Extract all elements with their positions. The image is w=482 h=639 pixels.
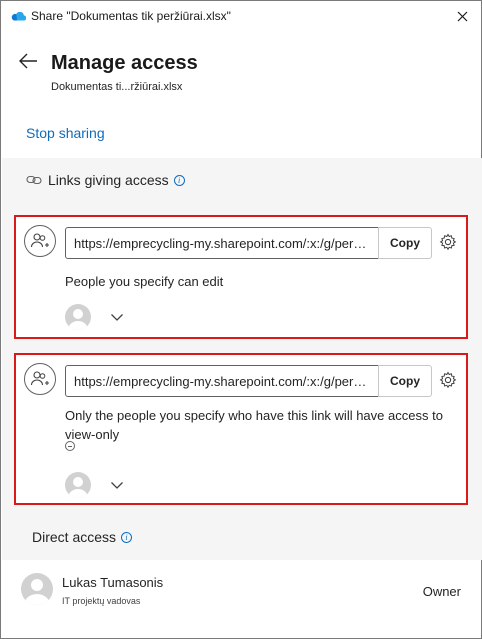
people-add-icon xyxy=(24,225,56,257)
chevron-down-icon[interactable] xyxy=(110,313,124,322)
link-url-input[interactable] xyxy=(65,365,379,397)
link-url-input[interactable] xyxy=(65,227,379,259)
link-card: Copy People you specify can edit xyxy=(14,215,468,339)
stop-sharing-link[interactable]: Stop sharing xyxy=(26,125,105,141)
avatar xyxy=(21,573,53,605)
window-title: Share "Dokumentas tik peržiūrai.xlsx" xyxy=(31,9,231,23)
user-role[interactable]: Owner xyxy=(423,584,461,599)
chevron-down-icon[interactable] xyxy=(110,481,124,490)
page-title: Manage access xyxy=(51,52,198,74)
file-name: Dokumentas ti...ržiūrai.xlsx xyxy=(51,81,183,93)
user-name: Lukas Tumasonis xyxy=(62,575,164,590)
person-icon xyxy=(65,304,91,330)
direct-section-header: Direct access i xyxy=(32,529,133,545)
minus-circle-icon xyxy=(65,441,75,451)
link-description: Only the people you specify who have thi… xyxy=(65,408,443,442)
people-add-icon xyxy=(24,363,56,395)
info-icon[interactable]: i xyxy=(173,174,185,186)
copy-button[interactable]: Copy xyxy=(378,227,432,259)
close-icon xyxy=(457,11,467,21)
link-card: Copy Only the people you specify who hav… xyxy=(14,353,468,505)
user-job-title: IT projektų vadovas xyxy=(62,596,141,606)
copy-button[interactable]: Copy xyxy=(378,365,432,397)
direct-section-label: Direct access xyxy=(32,529,117,545)
gear-icon[interactable] xyxy=(439,371,457,389)
gear-icon[interactable] xyxy=(439,233,457,251)
link-description: People you specify can edit xyxy=(65,274,224,289)
link-icon xyxy=(26,175,42,185)
links-section-label: Links giving access xyxy=(48,172,169,188)
onedrive-cloud-icon xyxy=(11,11,26,21)
title-bar: Share "Dokumentas tik peržiūrai.xlsx" xyxy=(1,1,481,31)
links-section-header: Links giving access i xyxy=(26,172,185,188)
info-icon[interactable]: i xyxy=(121,531,133,543)
close-button[interactable] xyxy=(451,5,473,27)
back-arrow-icon[interactable] xyxy=(17,51,39,71)
person-icon xyxy=(65,472,91,498)
share-dialog: Share "Dokumentas tik peržiūrai.xlsx" Ma… xyxy=(0,0,482,639)
